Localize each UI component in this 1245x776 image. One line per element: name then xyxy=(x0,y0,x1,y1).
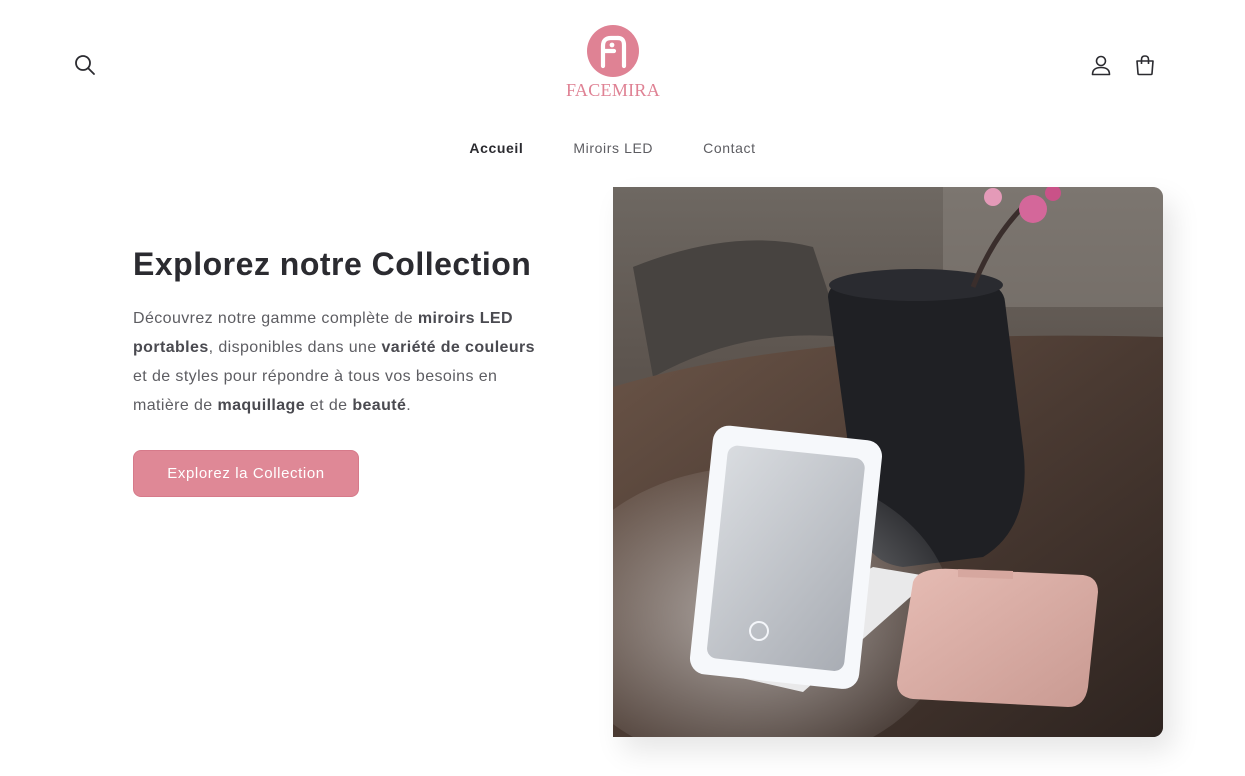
hero-description-bold: variété de couleurs xyxy=(381,339,535,356)
hero-description-part: Découvrez notre gamme complète de xyxy=(133,310,418,327)
page: FACEMIRA Accueil Miroirs LED Contact Exp… xyxy=(0,0,1245,776)
user-icon xyxy=(1091,55,1111,76)
nav-item-contact[interactable]: Contact xyxy=(703,140,755,164)
hero-description: Découvrez notre gamme complète de miroir… xyxy=(133,304,543,420)
brand-logo[interactable]: FACEMIRA xyxy=(566,24,660,104)
search-icon xyxy=(75,55,95,75)
search-button[interactable] xyxy=(69,49,101,81)
nav-item-accueil[interactable]: Accueil xyxy=(469,140,523,164)
hero-title: Explorez notre Collection xyxy=(133,246,532,282)
hero-description-part: , disponibles dans une xyxy=(208,339,382,356)
hero-product-image xyxy=(613,187,1163,737)
logo-mark-icon xyxy=(587,25,639,77)
hero-description-part: . xyxy=(406,397,412,414)
explore-collection-button[interactable]: Explorez la Collection xyxy=(133,450,359,497)
led-mirror-photo xyxy=(613,187,1163,737)
brand-name: FACEMIRA xyxy=(565,80,661,100)
nav-item-miroirs-led[interactable]: Miroirs LED xyxy=(573,140,653,164)
main-nav: Accueil Miroirs LED Contact xyxy=(0,140,1225,164)
cart-icon xyxy=(1136,55,1154,76)
account-button[interactable] xyxy=(1085,49,1117,81)
hero-description-part: et de xyxy=(305,397,353,414)
hero-description-bold: maquillage xyxy=(217,397,306,414)
hero-description-bold: beauté xyxy=(352,397,407,414)
cart-button[interactable] xyxy=(1129,49,1161,81)
